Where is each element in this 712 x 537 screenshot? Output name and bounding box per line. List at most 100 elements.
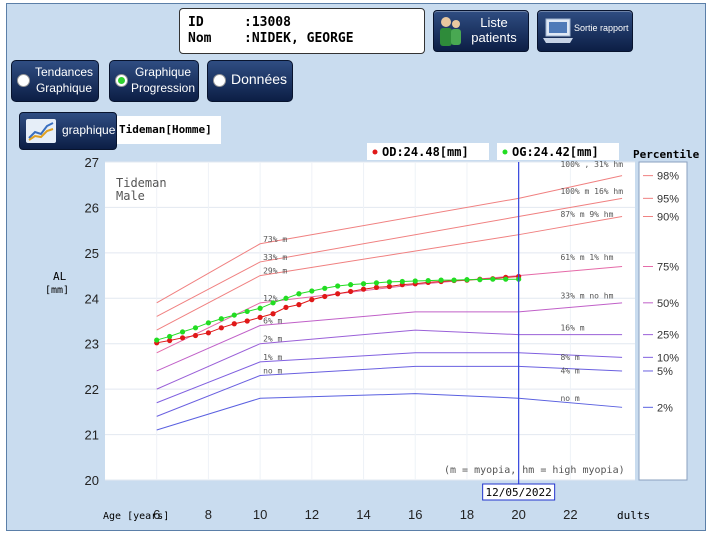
y-tick-label: 23: [85, 337, 99, 352]
y-axis-label-line2: [mm]: [45, 285, 69, 296]
data-point-od: [257, 314, 263, 320]
data-point-og: [179, 329, 186, 335]
data-point-od: [205, 330, 212, 336]
x-tick-label: 18: [460, 507, 474, 522]
curve-annotation: 16% m: [560, 323, 584, 332]
data-point-od: [218, 325, 224, 331]
curve-annotation: 4% m: [560, 367, 579, 376]
data-point-og: [167, 333, 173, 340]
y-tick-label: 26: [85, 200, 99, 215]
curve-annotation: 100% m 16% hm: [560, 187, 623, 196]
data-point-og: [451, 277, 457, 283]
percentile-label: 75%: [657, 261, 679, 273]
data-point-og: [283, 295, 289, 301]
percentile-panel: [638, 161, 688, 481]
data-point-og: [205, 320, 212, 326]
legend-od: OD:24.48[mm]: [382, 145, 469, 159]
curve-annotation: 73% m: [263, 235, 287, 244]
curve-annotation: 8% m: [560, 353, 579, 362]
curve-annotation: 61% m 1% hm: [560, 253, 613, 262]
og-dot-icon: [502, 149, 508, 155]
data-point-og: [348, 282, 354, 288]
data-point-od: [283, 304, 289, 310]
y-tick-label: 25: [85, 246, 99, 261]
legend-og: OG:24.42[mm]: [512, 145, 599, 159]
data-point-og: [244, 308, 250, 315]
data-point-od: [309, 297, 315, 303]
data-point-og: [360, 281, 367, 287]
y-tick-label: 20: [85, 473, 99, 488]
chart-footnote: (m = myopia, hm = high myopia): [444, 465, 625, 476]
curve-annotation: 1% m: [263, 353, 282, 362]
data-point-od: [296, 302, 302, 308]
data-point-od: [360, 286, 367, 292]
curve-annotation: 87% m 9% hm: [560, 210, 613, 219]
x-tick-label: 22: [563, 507, 577, 522]
x-tick-label: 12: [305, 507, 319, 522]
percentile-label: 5%: [657, 366, 673, 378]
data-point-od: [192, 332, 199, 339]
curve-annotation: 33% m: [263, 253, 287, 262]
od-dot-icon: [372, 149, 378, 155]
data-point-og: [399, 278, 405, 285]
data-point-od: [373, 284, 380, 290]
data-point-og: [296, 291, 302, 297]
y-axis-label-line1: AL: [53, 270, 67, 283]
x-tick-adults: dults: [617, 509, 650, 522]
progression-chart: Percentile OD:24.48[mm] OG:24.42[mm] 73%…: [45, 143, 700, 522]
data-point-od: [335, 291, 341, 297]
app-window: ID:13008 Nom:NIDEK, GEORGE Liste patients…: [6, 3, 706, 531]
percentile-label: 50%: [657, 298, 679, 310]
percentile-title: Percentile: [633, 148, 700, 161]
percentile-label: 2%: [657, 402, 673, 414]
data-point-og: [438, 277, 444, 283]
data-point-og: [425, 277, 431, 284]
curve-annotation: 100% , 31% hm: [560, 160, 623, 169]
percentile-label: 95%: [657, 193, 679, 205]
data-point-og: [257, 305, 263, 311]
data-point-og: [503, 276, 509, 282]
current-date-label: 12/05/2022: [486, 486, 552, 499]
data-point-og: [490, 276, 496, 282]
inner-title-line2: Male: [116, 189, 145, 203]
data-point-og: [322, 285, 328, 291]
data-point-og: [335, 283, 341, 289]
data-point-og: [231, 312, 237, 318]
x-tick-label: 14: [356, 507, 370, 522]
data-point-og: [373, 280, 380, 286]
data-point-od: [179, 335, 186, 341]
y-tick-label: 24: [85, 291, 99, 306]
x-tick-label: 20: [511, 507, 525, 522]
curve-annotation: no m: [560, 394, 579, 403]
data-point-og: [464, 277, 470, 283]
data-point-od: [322, 293, 328, 300]
curve-annotation: 33% m no hm: [560, 292, 613, 301]
data-point-og: [154, 337, 160, 343]
percentile-label: 25%: [657, 330, 679, 342]
y-tick-label: 21: [85, 428, 99, 443]
data-point-og: [192, 325, 199, 331]
x-tick-label: 8: [205, 507, 212, 522]
data-point-od: [244, 318, 250, 324]
x-axis-label: Age [years]: [103, 511, 169, 522]
y-tick-label: 27: [85, 155, 99, 170]
data-point-og: [218, 316, 224, 322]
inner-title-line1: Tideman: [116, 176, 167, 190]
percentile-label: 10%: [657, 352, 679, 364]
data-point-od: [270, 311, 276, 317]
data-point-od: [231, 321, 237, 327]
curve-annotation: 6% m: [263, 317, 282, 326]
percentile-label: 90%: [657, 212, 679, 224]
data-point-og: [309, 288, 315, 294]
data-point-og: [412, 278, 418, 284]
curve-annotation: 2% m: [263, 335, 282, 344]
data-point-og: [477, 277, 483, 283]
curve-annotation: 29% m: [263, 267, 287, 276]
x-tick-label: 10: [253, 507, 267, 522]
curve-annotation: no m: [263, 367, 282, 376]
percentile-label: 98%: [657, 171, 679, 183]
y-tick-label: 22: [85, 382, 99, 397]
data-point-og: [386, 279, 392, 285]
x-tick-label: 16: [408, 507, 422, 522]
data-point-od: [348, 288, 354, 295]
